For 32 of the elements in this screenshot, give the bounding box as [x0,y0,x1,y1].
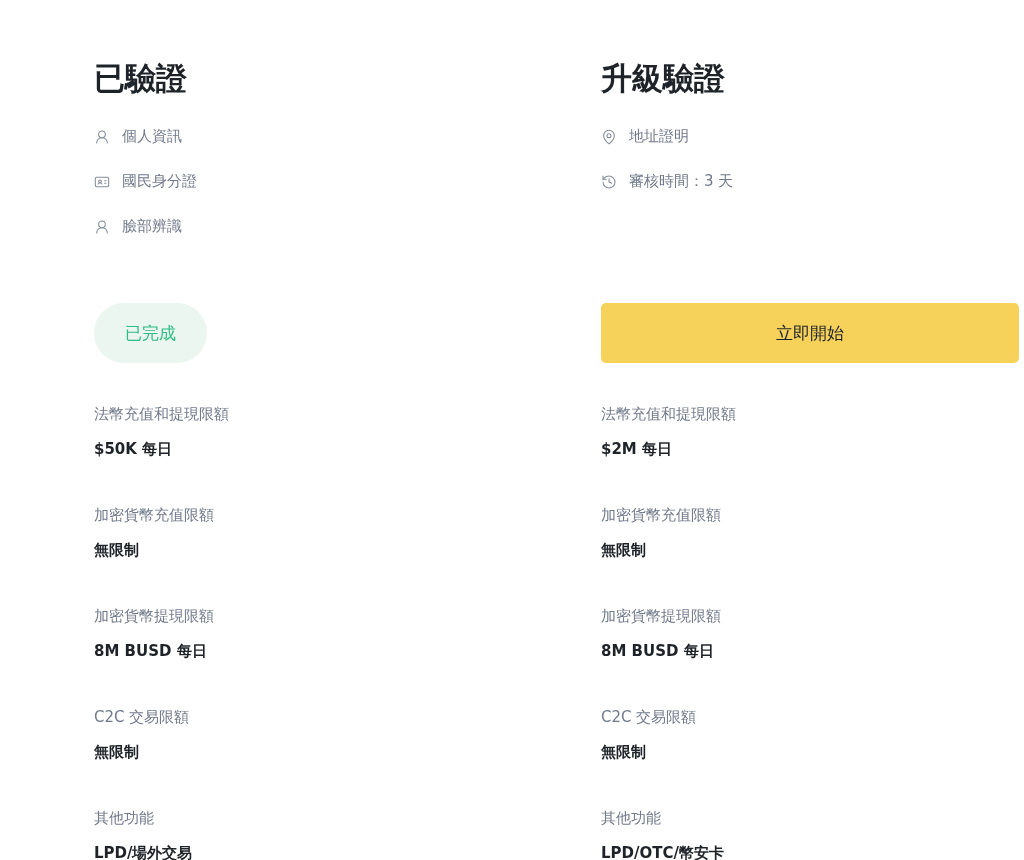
limit-value: $50K 每日 [94,439,174,460]
limit-value: 無限制 [94,540,140,561]
limit-value: 無限制 [601,540,647,561]
limit-label: 其他功能 [601,808,662,829]
section-title: 升級驗證 [601,59,726,98]
person-icon [94,218,110,235]
requirement-text: 個人資訊 [122,126,182,147]
location-pin-icon [601,128,617,145]
requirement-text: 國民身分證 [122,171,197,192]
limit-label: C2C 交易限額 [94,707,191,728]
limit-value: 無限制 [601,742,647,763]
limit-label: 加密貨幣充值限額 [601,505,722,526]
limit-label: 加密貨幣充值限額 [94,505,215,526]
limit-value: $2M 每日 [601,439,674,460]
requirement-text: 臉部辨識 [122,216,182,237]
section-title: 已驗證 [94,59,188,98]
requirement-text: 審核時間：3 天 [629,171,734,192]
completed-badge: 已完成 [94,303,207,363]
requirement-text: 地址證明 [629,126,689,147]
start-button[interactable]: 立即開始 [601,303,1019,363]
limit-label: 法幣充值和提現限額 [94,404,230,425]
limit-label: 其他功能 [94,808,155,829]
limit-value: 無限制 [94,742,140,763]
limit-value: LPD/場外交易 [94,843,194,860]
limit-value: LPD/OTC/幣安卡 [601,843,725,860]
limit-label: 加密貨幣提現限額 [94,606,215,627]
limit-label: 法幣充值和提現限額 [601,404,737,425]
limit-label: 加密貨幣提現限額 [601,606,722,627]
limit-value: 8M BUSD 每日 [601,641,715,662]
history-clock-icon [601,173,617,190]
limit-label: C2C 交易限額 [601,707,698,728]
limit-value: 8M BUSD 每日 [94,641,208,662]
